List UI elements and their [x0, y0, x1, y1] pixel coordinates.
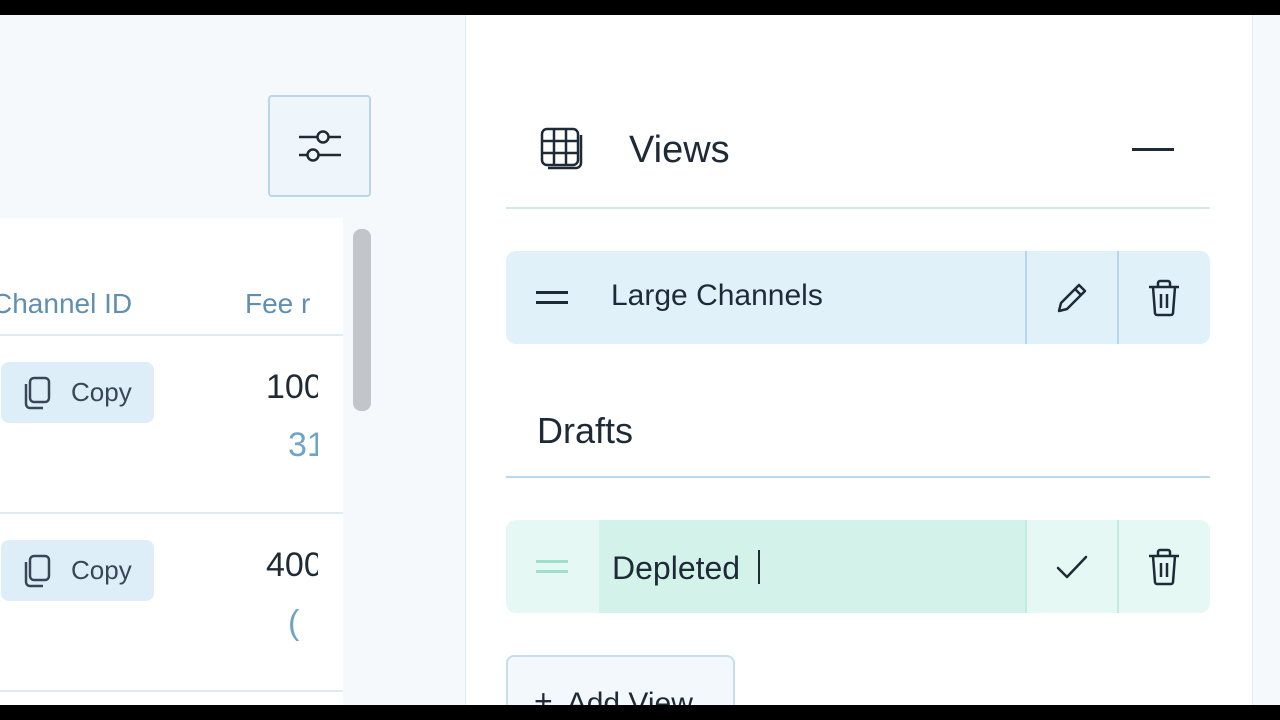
- draft-view-name-input[interactable]: [599, 520, 1026, 613]
- channels-table: Channel ID Fee r Copy 100 31 Copy 400 (: [0, 218, 343, 705]
- views-title: Views: [629, 129, 730, 171]
- drag-handle-icon[interactable]: [536, 291, 568, 305]
- table-scrollbar[interactable]: [353, 229, 371, 411]
- views-header: Views: [506, 111, 1210, 209]
- trash-icon: [1149, 548, 1179, 585]
- fee-value: 100: [266, 368, 318, 406]
- views-panel: Views Large Channels Drafts Depleted + A…: [466, 15, 1252, 705]
- copy-button[interactable]: Copy: [1, 540, 154, 601]
- filter-settings-button[interactable]: [268, 95, 371, 197]
- app-frame: Channel ID Fee r Copy 100 31 Copy 400 (…: [0, 15, 1280, 705]
- copy-icon: [21, 376, 53, 410]
- channels-panel: Channel ID Fee r Copy 100 31 Copy 400 (: [0, 15, 466, 705]
- sliders-icon: [298, 130, 341, 162]
- delete-draft-button[interactable]: [1119, 520, 1209, 613]
- collapse-minus-icon[interactable]: [1132, 148, 1174, 151]
- header-divider: [0, 334, 343, 336]
- check-icon: [1056, 555, 1088, 578]
- pencil-icon: [1057, 283, 1087, 312]
- fee-subvalue: 31: [288, 426, 318, 464]
- add-view-button[interactable]: + Add View: [506, 655, 735, 705]
- confirm-view-button[interactable]: [1027, 520, 1117, 613]
- copy-label: Copy: [71, 377, 132, 407]
- copy-label: Copy: [71, 555, 132, 585]
- row-divider: [0, 512, 343, 514]
- text-caret: [758, 550, 760, 584]
- table-grid-icon: [540, 127, 583, 170]
- plus-icon: +: [534, 683, 553, 705]
- copy-icon: [21, 554, 53, 588]
- column-header-channel-id[interactable]: Channel ID: [0, 288, 132, 320]
- right-edge-panel: [1252, 15, 1280, 705]
- fee-value: 400: [266, 546, 318, 584]
- delete-view-button[interactable]: [1119, 251, 1209, 344]
- drafts-divider: [506, 476, 1210, 478]
- row-divider: [0, 690, 343, 692]
- view-name[interactable]: Large Channels: [611, 279, 823, 313]
- copy-button[interactable]: Copy: [1, 362, 154, 423]
- add-view-label: Add View: [566, 687, 693, 705]
- drafts-section-label: Drafts: [537, 410, 634, 451]
- trash-icon: [1149, 279, 1179, 316]
- fee-subvalue: (: [288, 604, 300, 642]
- column-header-fee[interactable]: Fee r: [245, 288, 317, 320]
- draft-view-row[interactable]: [506, 520, 1210, 613]
- saved-view-row[interactable]: Large Channels: [506, 251, 1210, 344]
- drag-handle-icon[interactable]: [536, 560, 568, 574]
- edit-view-button[interactable]: [1027, 251, 1117, 344]
